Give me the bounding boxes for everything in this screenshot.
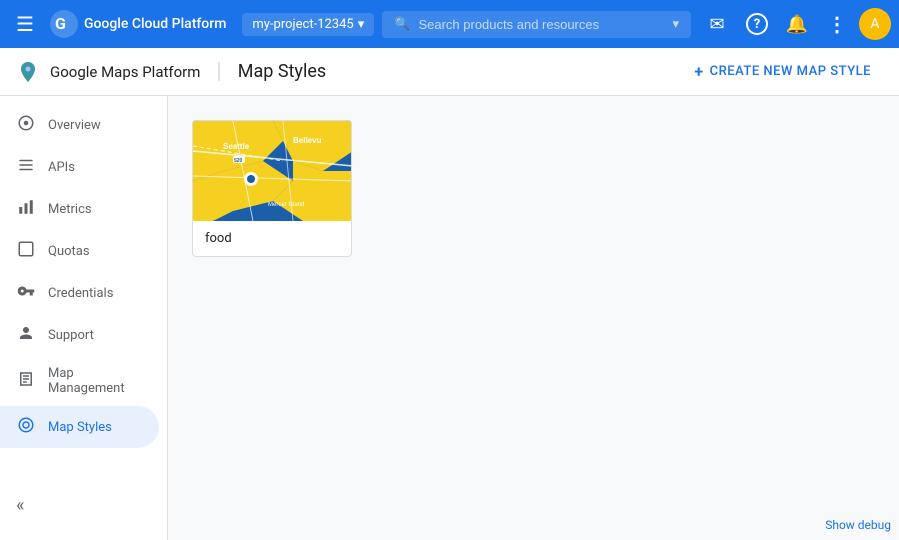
search-input[interactable]	[418, 17, 664, 32]
map-management-icon	[16, 370, 36, 392]
sidebar-item-metrics[interactable]: Metrics	[0, 188, 159, 230]
map-svg: Seattle Bellevu 520 Mercer Island	[193, 121, 352, 221]
map-styles-icon	[16, 416, 36, 438]
page-title: Map Styles	[238, 61, 326, 82]
svg-text:Bellevu: Bellevu	[293, 136, 322, 145]
header-divider: |	[216, 59, 221, 84]
map-style-label: food	[193, 221, 351, 256]
app-title-text: Google Cloud Platform	[84, 16, 226, 32]
project-selector[interactable]: my-project-12345 ▾	[242, 13, 374, 36]
email-icon-button[interactable]: ✉	[699, 6, 735, 42]
svg-text:Seattle: Seattle	[223, 142, 250, 151]
sidebar-label-map-management: Map Management	[48, 366, 143, 396]
email-icon: ✉	[709, 14, 724, 35]
create-new-map-style-button[interactable]: + CREATE NEW MAP STYLE	[682, 56, 883, 87]
sidebar-label-quotas: Quotas	[48, 244, 90, 259]
project-name: my-project-12345	[252, 17, 353, 32]
chevron-down-icon: ▾	[358, 17, 365, 32]
google-maps-logo-icon	[16, 60, 40, 84]
help-icon: ?	[746, 13, 768, 35]
quotas-icon	[16, 240, 36, 262]
map-thumbnail: Seattle Bellevu 520 Mercer Island	[193, 121, 352, 221]
overview-icon	[16, 114, 36, 136]
avatar-letter: A	[870, 16, 879, 32]
apis-icon	[16, 156, 36, 178]
top-bar-actions: ✉ ? 🔔 ⋮ A	[699, 6, 891, 42]
more-options-button[interactable]: ⋮	[819, 6, 855, 42]
help-icon-button[interactable]: ?	[739, 6, 775, 42]
menu-icon[interactable]: ☰	[8, 4, 42, 44]
search-expand-icon: ▾	[672, 17, 679, 32]
create-btn-icon: +	[694, 62, 703, 81]
support-icon	[16, 324, 36, 346]
svg-text:G: G	[55, 14, 66, 33]
sidebar-label-credentials: Credentials	[48, 286, 113, 301]
brand-name: Google Maps Platform	[50, 63, 200, 81]
show-debug-text: Show debug	[825, 518, 891, 532]
sidebar-item-overview[interactable]: Overview	[0, 104, 159, 146]
sidebar-label-metrics: Metrics	[48, 202, 92, 217]
app-logo: G Google Cloud Platform	[50, 10, 226, 38]
metrics-icon	[16, 198, 36, 220]
sidebar-label-map-styles: Map Styles	[48, 420, 112, 435]
main-layout: Overview APIs Metrics Quotas Credentials	[0, 96, 899, 540]
show-debug-link[interactable]: Show debug	[825, 518, 891, 532]
more-icon: ⋮	[827, 12, 847, 36]
top-navigation-bar: ☰ G Google Cloud Platform my-project-123…	[0, 0, 899, 48]
brand-logo-area: Google Maps Platform	[16, 60, 200, 84]
sidebar-label-support: Support	[48, 328, 94, 343]
sidebar: Overview APIs Metrics Quotas Credentials	[0, 96, 168, 540]
bell-icon: 🔔	[786, 14, 808, 35]
sidebar-item-credentials[interactable]: Credentials	[0, 272, 159, 314]
google-cloud-logo-icon: G	[50, 10, 78, 38]
notifications-icon-button[interactable]: 🔔	[779, 6, 815, 42]
svg-text:Mercer Island: Mercer Island	[268, 202, 304, 208]
sidebar-label-apis: APIs	[48, 160, 75, 175]
sidebar-collapse-button[interactable]: «	[0, 487, 40, 524]
sidebar-item-map-styles[interactable]: Map Styles	[0, 406, 159, 448]
credentials-icon	[16, 282, 36, 304]
sidebar-item-quotas[interactable]: Quotas	[0, 230, 159, 272]
search-bar: 🔍 ▾	[382, 11, 691, 38]
sidebar-item-map-management[interactable]: Map Management	[0, 356, 159, 406]
sidebar-label-overview: Overview	[48, 118, 101, 133]
sub-header: Google Maps Platform | Map Styles + CREA…	[0, 48, 899, 96]
sidebar-item-apis[interactable]: APIs	[0, 146, 159, 188]
create-btn-label: CREATE NEW MAP STYLE	[710, 64, 871, 79]
svg-text:520: 520	[234, 158, 243, 164]
avatar[interactable]: A	[859, 8, 891, 40]
search-icon: 🔍	[394, 17, 410, 32]
map-style-card-food[interactable]: Seattle Bellevu 520 Mercer Island food	[192, 120, 352, 257]
sidebar-item-support[interactable]: Support	[0, 314, 159, 356]
main-content: Seattle Bellevu 520 Mercer Island food	[168, 96, 899, 540]
collapse-icon: «	[16, 495, 24, 516]
